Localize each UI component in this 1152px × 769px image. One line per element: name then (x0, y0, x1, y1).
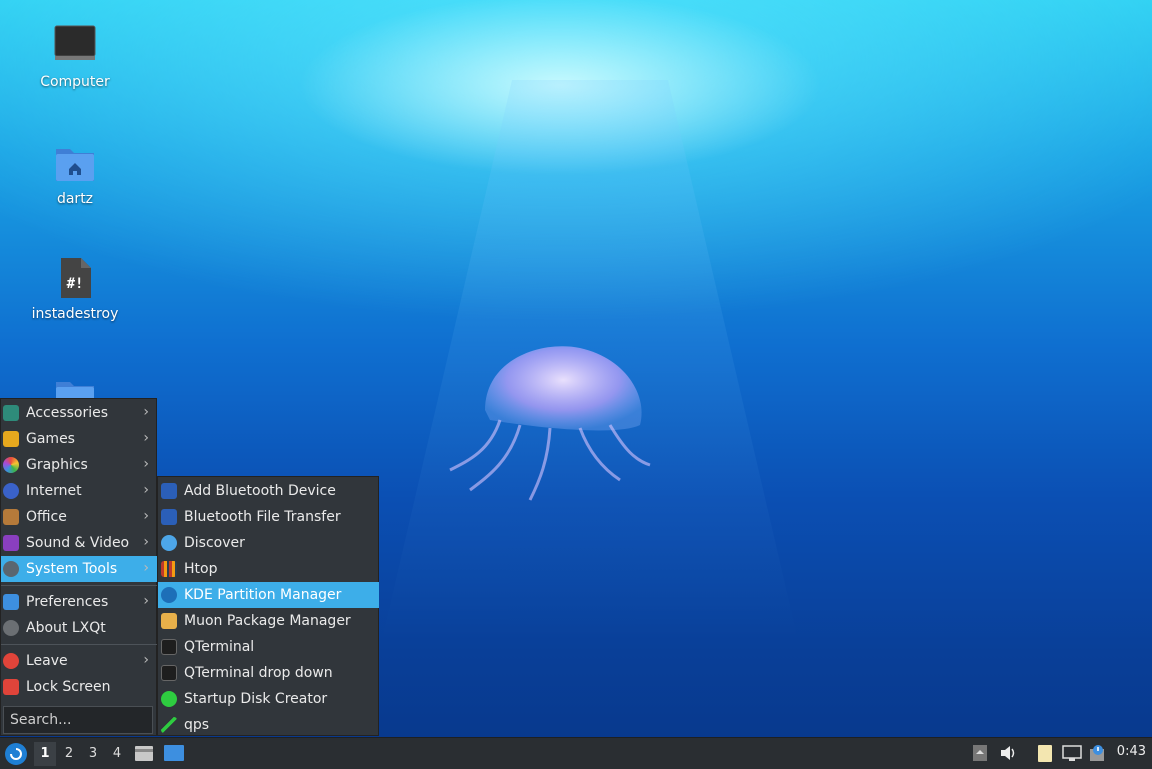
chevron-right-icon: › (143, 593, 149, 609)
desktop-icon-computer[interactable]: Computer (20, 24, 130, 90)
graphics-icon (3, 457, 19, 473)
file-manager-icon[interactable] (134, 743, 154, 763)
lock-icon (3, 679, 19, 695)
computer-icon (54, 25, 96, 60)
menu-item-lock-screen[interactable]: Lock Screen (1, 674, 157, 700)
svg-text:#!: #! (67, 276, 84, 292)
discover-download-icon (161, 535, 177, 551)
desktop-icon-home-folder[interactable]: dartz (20, 141, 130, 207)
menu-item-accessories[interactable]: Accessories › (1, 400, 157, 426)
multimedia-icon (3, 535, 19, 551)
desktop-icon-label: instadestroy (31, 306, 119, 322)
submenu-item-startup-disk-creator[interactable]: Startup Disk Creator (158, 686, 379, 712)
accessories-icon (3, 405, 19, 421)
system-tools-gear-icon (3, 561, 19, 577)
menu-item-leave[interactable]: Leave › (1, 648, 157, 674)
menu-item-about-lxqt[interactable]: About LXQt (1, 615, 157, 641)
update-notification-icon[interactable] (1088, 743, 1108, 763)
workspace-4[interactable]: 4 (106, 742, 128, 766)
system-tools-submenu: Add Bluetooth Device Bluetooth File Tran… (157, 476, 379, 736)
preferences-icon (3, 594, 19, 610)
submenu-item-qterminal-drop-down[interactable]: QTerminal drop down (158, 660, 379, 686)
menu-item-preferences[interactable]: Preferences › (1, 589, 157, 615)
show-desktop-icon[interactable] (163, 743, 185, 763)
menu-item-system-tools[interactable]: System Tools › (1, 556, 157, 582)
script-file-icon: #! (61, 258, 91, 298)
menu-search-input[interactable]: Search... (3, 706, 153, 734)
chevron-right-icon: › (143, 534, 149, 550)
bluetooth-icon (161, 509, 177, 525)
volume-icon[interactable] (998, 743, 1018, 763)
internet-icon (3, 483, 19, 499)
taskbar: 1 2 3 4 0:43 (0, 737, 1152, 769)
tray-expand-icon[interactable] (970, 743, 990, 763)
bluetooth-icon (161, 483, 177, 499)
desktop-icon-label: Computer (40, 74, 110, 90)
submenu-item-add-bluetooth-device[interactable]: Add Bluetooth Device (158, 478, 379, 504)
menu-separator (1, 644, 157, 645)
htop-icon (161, 561, 177, 577)
submenu-item-discover[interactable]: Discover (158, 530, 379, 556)
power-icon (3, 653, 19, 669)
submenu-item-kde-partition-manager[interactable]: KDE Partition Manager (158, 582, 379, 608)
application-menu: Accessories › Games › Graphics › Interne… (0, 398, 157, 736)
qps-activity-icon (161, 717, 177, 733)
chevron-right-icon: › (143, 508, 149, 524)
chevron-right-icon: › (143, 560, 149, 576)
desktop-icon-script[interactable]: #! instadestroy (20, 256, 130, 322)
submenu-item-bluetooth-file-transfer[interactable]: Bluetooth File Transfer (158, 504, 379, 530)
chevron-right-icon: › (143, 652, 149, 668)
network-icon[interactable] (1062, 743, 1082, 763)
desktop-icon-label: dartz (56, 191, 94, 207)
info-icon (3, 620, 19, 636)
muon-package-icon (161, 613, 177, 629)
office-briefcase-icon (3, 509, 19, 525)
submenu-item-qps[interactable]: qps (158, 712, 379, 738)
submenu-item-htop[interactable]: Htop (158, 556, 379, 582)
menu-item-internet[interactable]: Internet › (1, 478, 157, 504)
terminal-icon (161, 665, 177, 681)
clock[interactable]: 0:43 (1117, 744, 1146, 759)
start-menu-icon[interactable] (3, 741, 29, 767)
chevron-right-icon: › (143, 430, 149, 446)
workspace-1[interactable]: 1 (34, 742, 56, 766)
startup-disk-icon (161, 691, 177, 707)
workspace-3[interactable]: 3 (82, 742, 104, 766)
jellyfish-wallpaper-art (449, 346, 651, 501)
menu-separator (1, 585, 157, 586)
submenu-item-muon-package-manager[interactable]: Muon Package Manager (158, 608, 379, 634)
partition-manager-icon (161, 587, 177, 603)
menu-item-graphics[interactable]: Graphics › (1, 452, 157, 478)
menu-item-games[interactable]: Games › (1, 426, 157, 452)
home-folder-icon (56, 149, 94, 181)
submenu-item-qterminal[interactable]: QTerminal (158, 634, 379, 660)
workspace-2[interactable]: 2 (58, 742, 80, 766)
chevron-right-icon: › (143, 404, 149, 420)
menu-item-sound-video[interactable]: Sound & Video › (1, 530, 157, 556)
terminal-icon (161, 639, 177, 655)
menu-item-office[interactable]: Office › (1, 504, 157, 530)
chevron-right-icon: › (143, 456, 149, 472)
chevron-right-icon: › (143, 482, 149, 498)
games-icon (3, 431, 19, 447)
clipboard-icon[interactable] (1035, 743, 1055, 763)
